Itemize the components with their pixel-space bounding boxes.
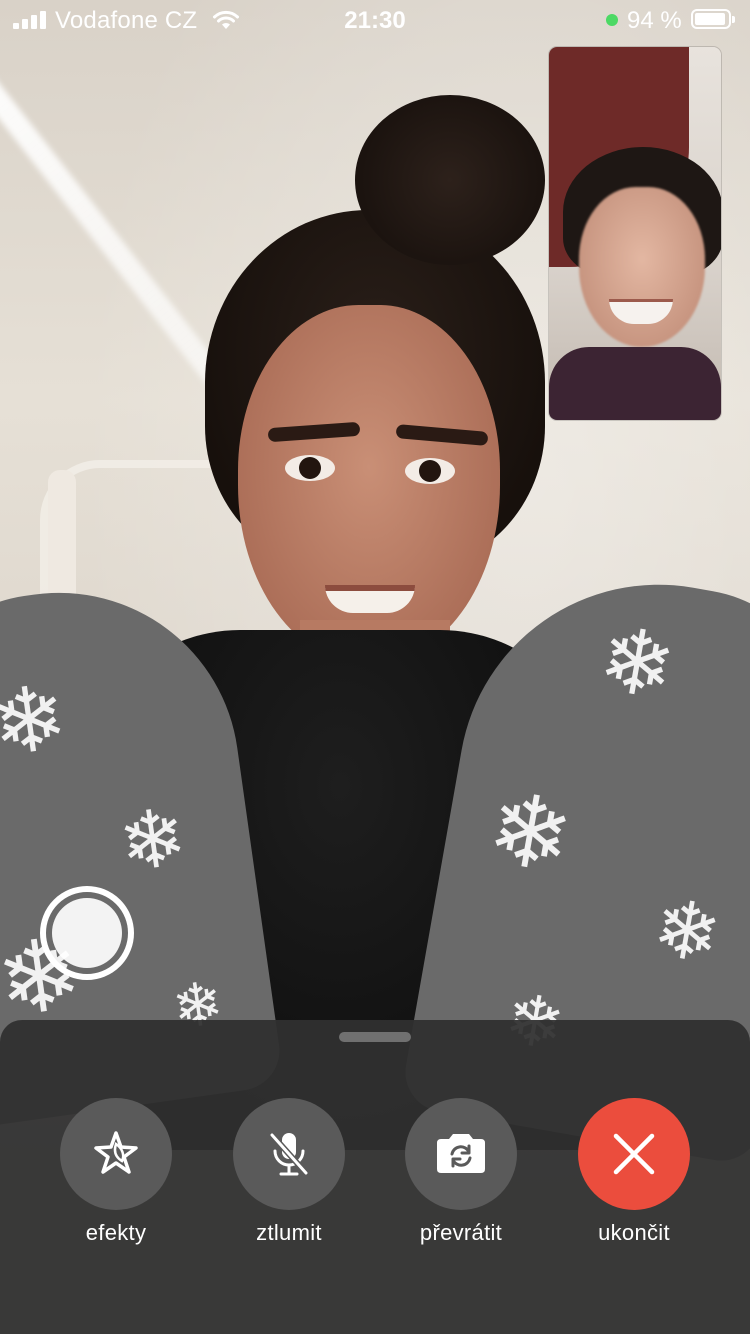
end-call-button[interactable] [578, 1098, 690, 1210]
mute-label: ztlumit [256, 1220, 322, 1245]
microphone-muted-icon [269, 1132, 309, 1176]
effects-star-icon [94, 1131, 138, 1174]
record-button[interactable] [40, 886, 134, 980]
effects-control: efekty [46, 1098, 186, 1246]
facetime-call-screen: ❄ ❄ ❄ ❄ ❄ ❄ ❄ ❄ Vodafone CZ 21:30 94 % [0, 0, 750, 1334]
flip-camera-control: převrátit [391, 1098, 531, 1246]
mute-control: ztlumit [219, 1098, 359, 1246]
mute-button[interactable] [233, 1098, 345, 1210]
call-controls-panel: efekty ztlumit převrátit ukončit [0, 1020, 750, 1334]
effects-button[interactable] [60, 1098, 172, 1210]
flip-camera-label: převrátit [419, 1220, 503, 1245]
close-x-icon [613, 1133, 655, 1175]
status-bar: Vodafone CZ 21:30 94 % [0, 0, 750, 40]
end-call-label: ukončit [598, 1220, 670, 1245]
effects-label: efekty [85, 1220, 147, 1245]
self-view-pip[interactable] [549, 47, 721, 420]
flip-camera-button[interactable] [405, 1098, 517, 1210]
panel-grabber-handle[interactable] [339, 1032, 411, 1042]
battery-percentage: 94 % [627, 7, 682, 34]
camera-flip-icon [437, 1134, 485, 1173]
end-call-control: ukončit [564, 1098, 704, 1246]
charging-indicator [606, 14, 618, 26]
battery-icon [691, 9, 735, 29]
record-icon [52, 898, 122, 968]
